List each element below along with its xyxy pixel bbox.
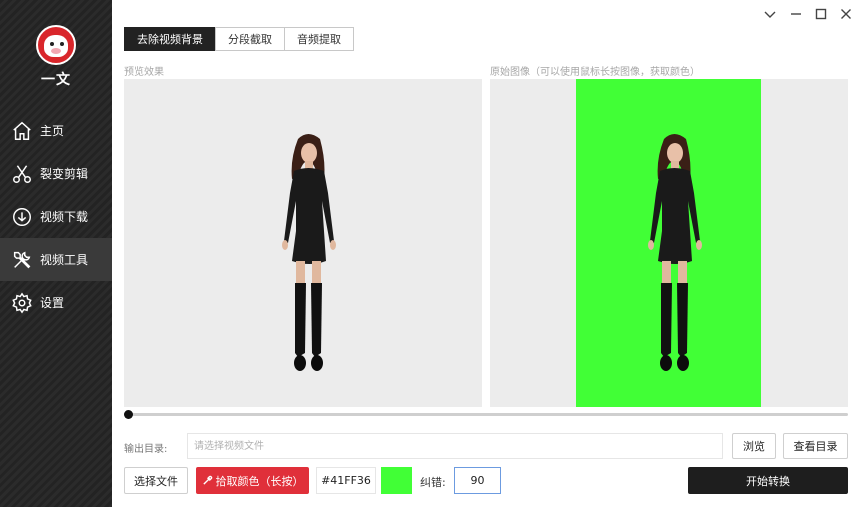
sidebar-item-video-download[interactable]: 视频下载 xyxy=(0,195,112,238)
sidebar-item-label: 视频工具 xyxy=(40,253,89,267)
pick-color-label: 拾取颜色（长按） xyxy=(215,474,304,488)
timeline-slider-handle[interactable] xyxy=(124,410,133,419)
tab-remove-video-background[interactable]: 去除视频背景 xyxy=(124,27,216,51)
sidebar-item-home[interactable]: 主页 xyxy=(0,109,112,152)
person-image xyxy=(282,134,336,371)
sidebar-item-settings[interactable]: 设置 xyxy=(0,281,112,324)
sidebar-item-video-tools[interactable]: 视频工具 xyxy=(0,238,112,281)
maximize-icon xyxy=(815,8,827,20)
close-icon xyxy=(841,9,851,19)
sidebar-item-label: 视频下载 xyxy=(40,210,89,224)
person-image xyxy=(648,134,702,371)
tools-icon xyxy=(11,249,33,271)
app-name: 一文 xyxy=(41,72,71,88)
tab-segment-capture[interactable]: 分段截取 xyxy=(215,27,285,51)
start-convert-button[interactable]: 开始转换 xyxy=(688,467,848,494)
tab-audio-extract[interactable]: 音频提取 xyxy=(284,27,354,51)
app-logo xyxy=(36,25,76,65)
home-icon xyxy=(11,120,33,142)
tolerance-label: 纠错: xyxy=(420,476,446,489)
download-icon xyxy=(11,206,33,228)
original-label: 原始图像（可以使用鼠标长按图像，获取颜色） xyxy=(490,67,700,78)
gear-icon xyxy=(11,292,33,314)
select-file-button[interactable]: 选择文件 xyxy=(124,467,188,494)
collapse-button[interactable] xyxy=(762,6,778,22)
close-button[interactable] xyxy=(838,6,854,22)
preview-panel xyxy=(124,79,482,407)
browse-button[interactable]: 浏览 xyxy=(732,433,776,459)
maximize-button[interactable] xyxy=(813,6,829,22)
sidebar-item-fission-edit[interactable]: 裂变剪辑 xyxy=(0,152,112,195)
pick-color-button[interactable]: 拾取颜色（长按） xyxy=(196,467,309,494)
sidebar-item-label: 设置 xyxy=(40,296,65,310)
chevron-down-icon xyxy=(764,11,776,18)
view-directory-button[interactable]: 查看目录 xyxy=(783,433,848,459)
tab-bar: 去除视频背景 分段截取 音频提取 xyxy=(124,27,354,51)
sidebar-item-label: 主页 xyxy=(40,124,65,138)
tolerance-input[interactable] xyxy=(454,467,501,494)
output-dir-input[interactable] xyxy=(187,433,723,459)
scissors-icon xyxy=(11,163,33,185)
sidebar: 一文 主页 裂变剪辑 视频下载 视频工具 设置 xyxy=(0,0,112,507)
minimize-icon xyxy=(791,13,801,15)
output-dir-label: 输出目录: xyxy=(124,444,168,455)
color-swatch xyxy=(381,467,412,494)
original-image-panel[interactable] xyxy=(490,79,848,407)
minimize-button[interactable] xyxy=(788,6,804,22)
eyedropper-icon xyxy=(202,475,212,485)
color-code-value: #41FF36 xyxy=(316,467,376,494)
sidebar-item-label: 裂变剪辑 xyxy=(40,167,89,181)
preview-label: 预览效果 xyxy=(124,67,164,78)
timeline-slider-track[interactable] xyxy=(128,413,848,416)
